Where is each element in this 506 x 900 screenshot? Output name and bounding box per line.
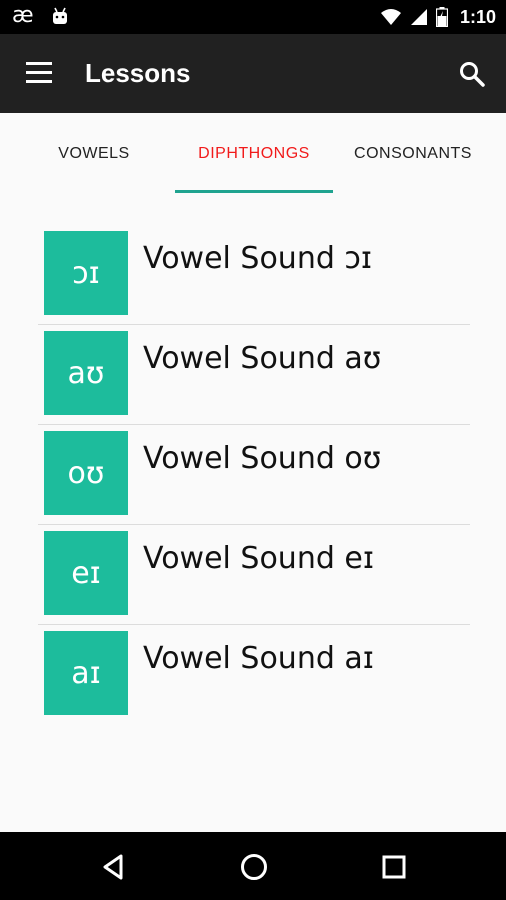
search-icon[interactable] — [458, 60, 486, 88]
tab-bar: VOWELS DIPHTHONGS CONSONANTS — [0, 113, 506, 195]
tab-diphthongs[interactable]: DIPHTHONGS — [174, 113, 334, 195]
lesson-item-oi[interactable]: ɔɪ Vowel Sound ɔɪ — [38, 225, 470, 325]
lesson-title: Vowel Sound aɪ — [143, 641, 374, 676]
navigation-bar — [0, 832, 506, 900]
status-bar: æ 1:10 — [0, 0, 506, 34]
active-tab-indicator — [175, 190, 333, 193]
battery-icon — [435, 7, 448, 27]
wifi-icon — [380, 9, 401, 25]
android-icon — [53, 7, 67, 24]
lesson-item-ei[interactable]: eɪ Vowel Sound eɪ — [38, 525, 470, 625]
lesson-symbol-tile: aɪ — [44, 631, 128, 715]
clock-time: 1:10 — [459, 6, 496, 27]
lesson-item-au[interactable]: aʊ Vowel Sound aʊ — [38, 325, 470, 425]
app-notification-icon: æ — [12, 3, 34, 28]
tab-vowels[interactable]: VOWELS — [14, 113, 174, 195]
recents-icon[interactable] — [377, 850, 411, 884]
back-icon[interactable] — [96, 850, 130, 884]
signal-icon — [410, 9, 427, 25]
lesson-title: Vowel Sound oʊ — [143, 441, 382, 476]
home-icon[interactable] — [237, 850, 271, 884]
page-title: Lessons — [85, 58, 191, 88]
menu-icon[interactable] — [26, 62, 54, 84]
lesson-title: Vowel Sound eɪ — [143, 541, 375, 576]
lesson-title: Vowel Sound ɔɪ — [143, 241, 373, 276]
lesson-symbol-tile: eɪ — [44, 531, 128, 615]
lesson-symbol-tile: aʊ — [44, 331, 128, 415]
lesson-item-ai[interactable]: aɪ Vowel Sound aɪ — [38, 625, 470, 725]
app-bar: Lessons — [0, 34, 506, 113]
lesson-symbol-tile: oʊ — [44, 431, 128, 515]
tab-consonants[interactable]: CONSONANTS — [334, 113, 492, 195]
lesson-item-ou[interactable]: oʊ Vowel Sound oʊ — [38, 425, 470, 525]
lesson-list: ɔɪ Vowel Sound ɔɪ aʊ Vowel Sound aʊ oʊ V… — [38, 225, 470, 725]
lesson-symbol-tile: ɔɪ — [44, 231, 128, 315]
lesson-title: Vowel Sound aʊ — [143, 341, 382, 376]
